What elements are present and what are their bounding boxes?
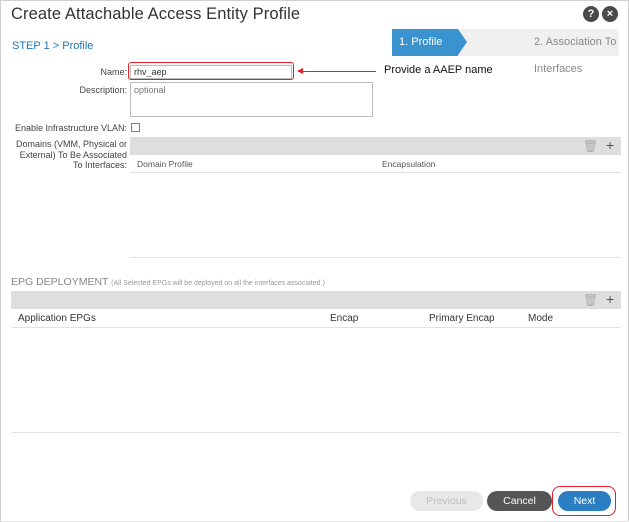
wizard-step-association[interactable]: 2. Association To Interfaces [458, 29, 619, 75]
previous-button[interactable]: Previous [410, 491, 483, 511]
plus-icon[interactable]: + [606, 137, 614, 153]
breadcrumb: STEP 1 > Profile [12, 40, 94, 52]
epg-deployment-title: EPG DEPLOYMENT (All Selected EPGs will b… [11, 276, 325, 288]
annotation-text: Provide a AAEP name [384, 64, 493, 76]
wizard-step-profile[interactable]: 1. Profile [392, 29, 458, 56]
next-button[interactable]: Next [558, 491, 611, 511]
epg-deployment-heading: EPG DEPLOYMENT [11, 276, 109, 288]
domains-col-domain-profile[interactable]: Domain Profile [137, 159, 193, 169]
wizard-step-arrow [458, 29, 467, 55]
domains-toolbar: 🗑 + [130, 137, 621, 155]
infra-vlan-label: Enable Infrastructure VLAN: [14, 123, 127, 133]
cancel-button[interactable]: Cancel [487, 491, 552, 511]
domains-label: Domains (VMM, Physical or External) To B… [7, 139, 127, 171]
epg-toolbar: 🗑 + [11, 291, 621, 309]
help-icon[interactable]: ? [583, 6, 599, 22]
divider [130, 257, 621, 258]
domains-col-encapsulation[interactable]: Encapsulation [382, 159, 435, 169]
divider [11, 327, 621, 328]
epg-col-encap[interactable]: Encap [330, 313, 358, 324]
domains-label-line1: Domains (VMM, Physical or [15, 139, 127, 149]
domains-label-line2: External) To Be Associated [19, 149, 127, 160]
header-icons: ? × [583, 6, 618, 22]
trash-icon[interactable]: 🗑 [583, 293, 598, 307]
annotation-arrow-line [301, 71, 376, 72]
create-aaep-dialog: Create Attachable Access Entity Profile … [0, 0, 629, 522]
description-field[interactable] [130, 82, 373, 117]
infra-vlan-checkbox[interactable] [131, 123, 140, 132]
close-icon[interactable]: × [602, 6, 618, 22]
divider [11, 432, 621, 433]
name-label: Name: [100, 67, 127, 77]
domains-label-line3: To Interfaces: [72, 160, 127, 170]
dialog-title: Create Attachable Access Entity Profile [11, 5, 301, 23]
epg-col-mode[interactable]: Mode [528, 313, 553, 324]
trash-icon[interactable]: 🗑 [583, 139, 598, 153]
annotation-arrow-icon [297, 68, 303, 74]
name-field[interactable] [130, 65, 292, 79]
wizard-steps: 2. Association To Interfaces 1. Profile [392, 29, 619, 75]
description-label: Description: [79, 85, 127, 95]
epg-deployment-subtitle: (All Selected EPGs will be deployed on a… [111, 280, 325, 287]
plus-icon[interactable]: + [606, 291, 614, 307]
epg-col-primary-encap[interactable]: Primary Encap [429, 313, 495, 324]
divider [130, 172, 621, 173]
epg-col-application-epgs[interactable]: Application EPGs [18, 313, 96, 324]
